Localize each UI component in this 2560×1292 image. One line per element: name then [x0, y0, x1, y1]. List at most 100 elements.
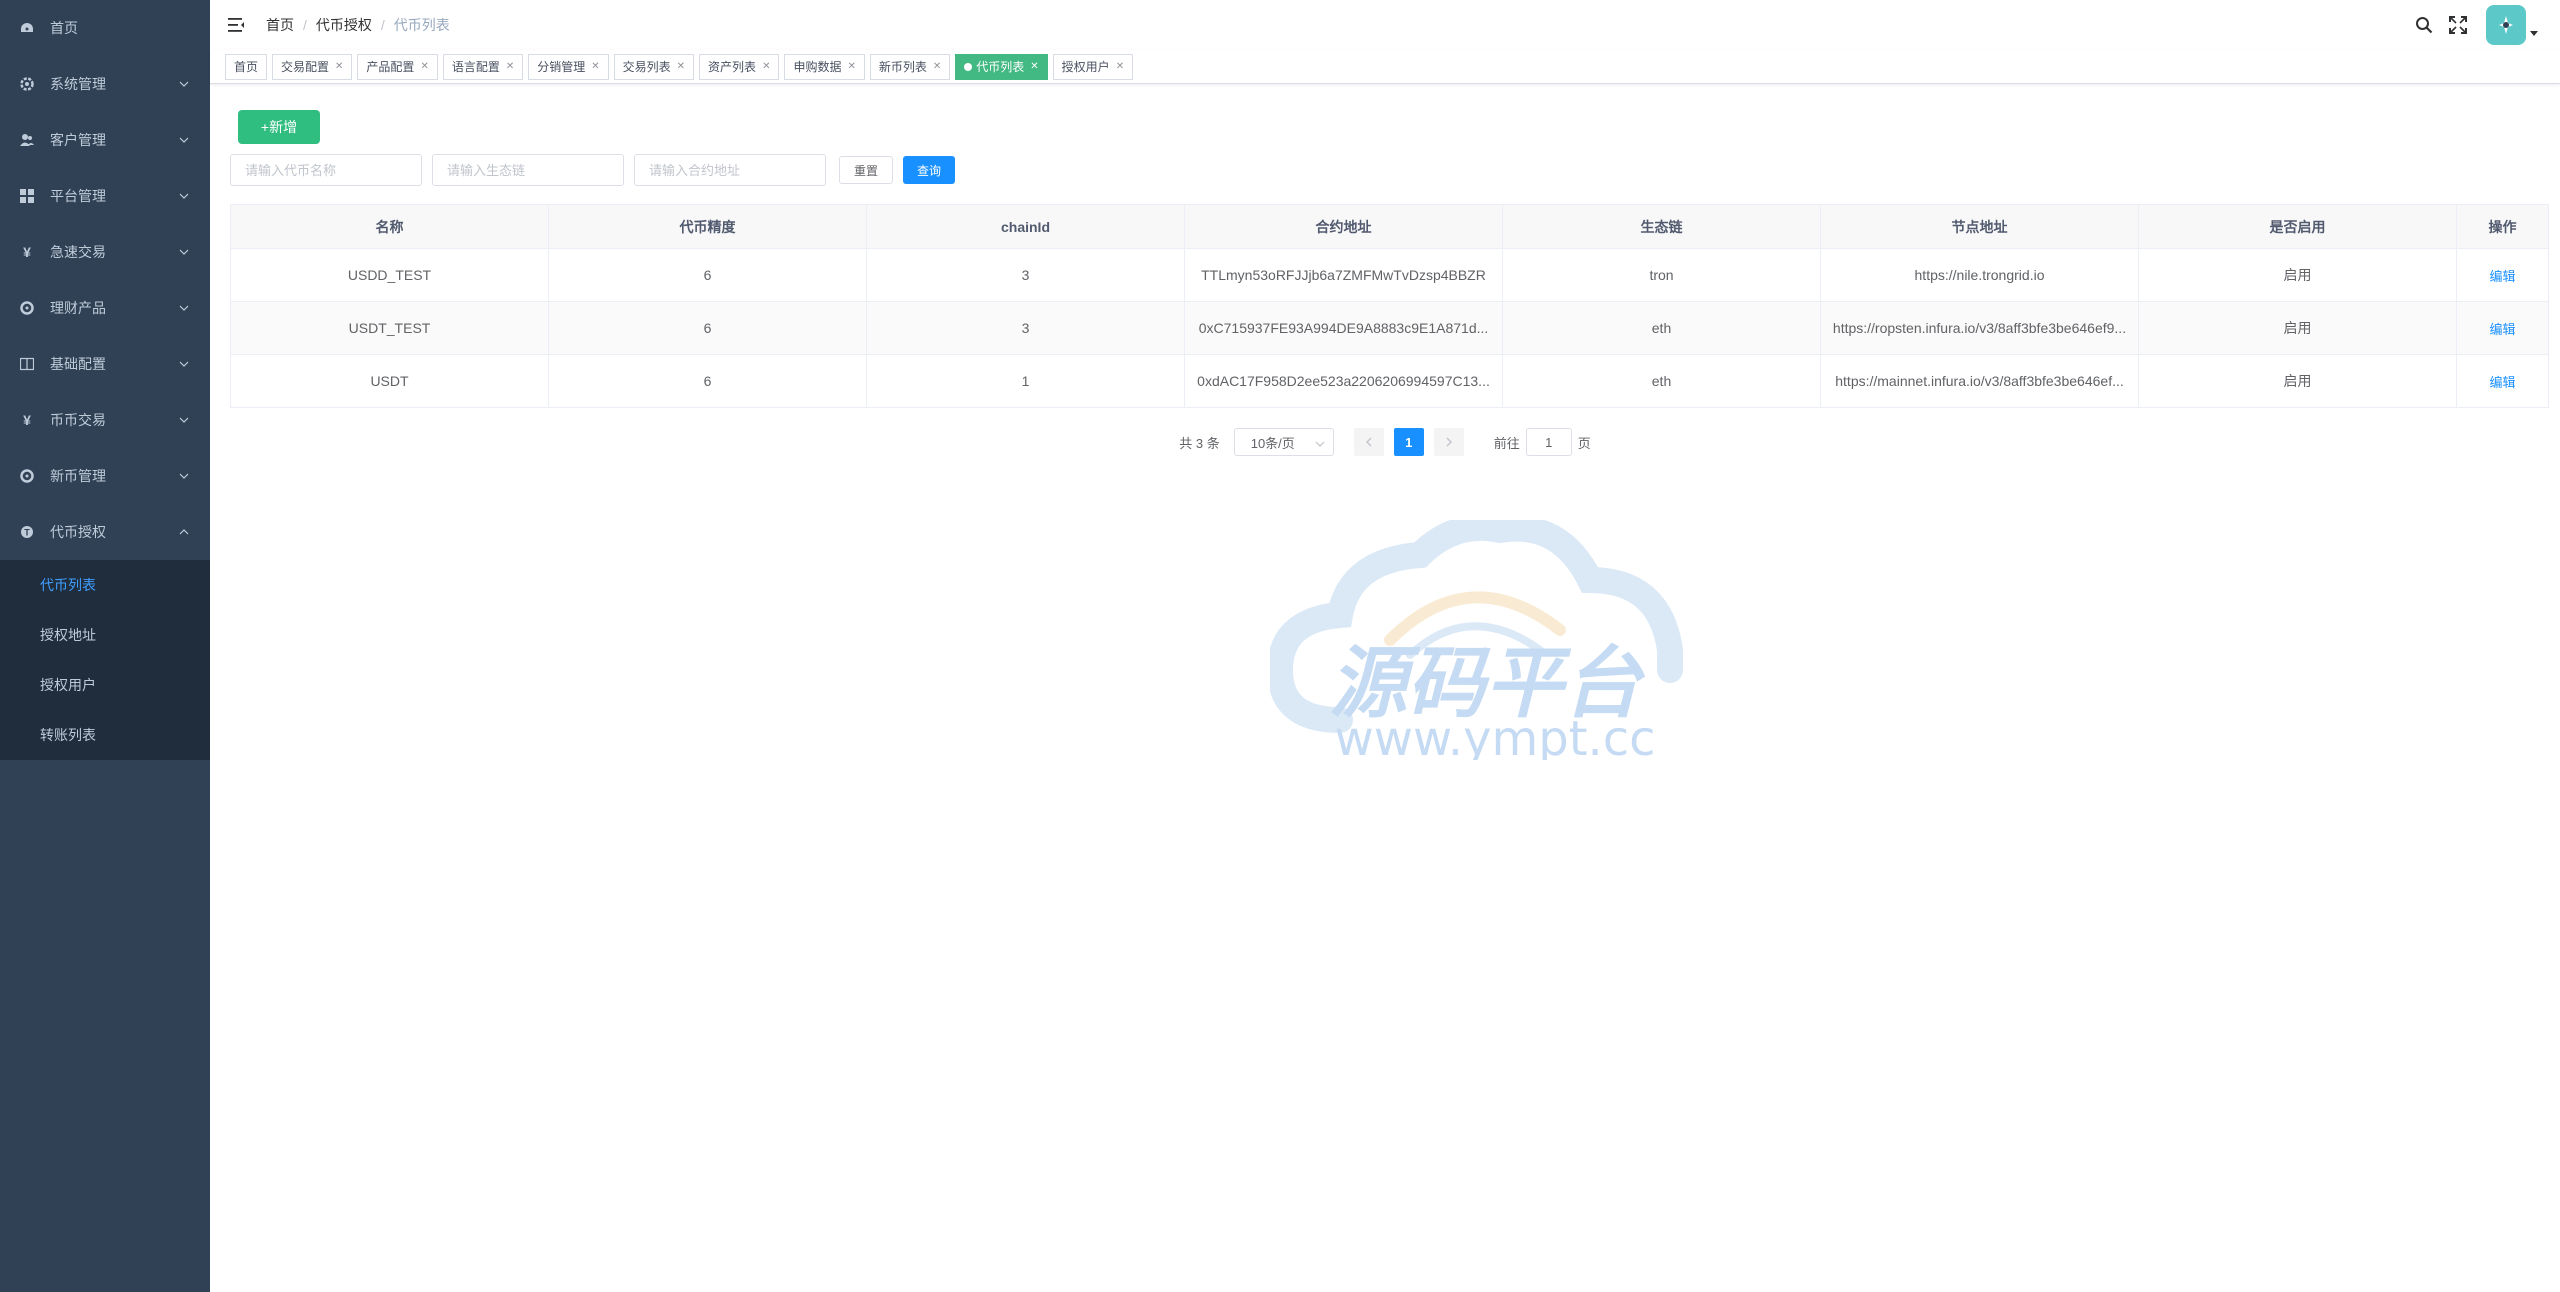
close-icon[interactable]: ✕ — [847, 61, 855, 72]
cell-node: https://ropsten.infura.io/v3/8aff3bfe3be… — [1820, 301, 2139, 355]
sidebar-item-new-coin[interactable]: 新币管理 — [0, 448, 210, 504]
cell-chain-id: 1 — [866, 354, 1185, 408]
sidebar-item-token-auth[interactable]: T 代币授权 — [0, 504, 210, 560]
sidebar-item-system[interactable]: 系统管理 — [0, 56, 210, 112]
goto-prefix: 前往 — [1493, 435, 1520, 451]
column-header: 操作 — [2456, 204, 2549, 249]
reset-button[interactable]: 重置 — [839, 156, 894, 184]
yen-icon: ¥ — [23, 412, 31, 428]
tag-new-coin-list[interactable]: 新币列表 ✕ — [869, 53, 951, 80]
tag-trade-list[interactable]: 交易列表 ✕ — [613, 53, 695, 80]
token-name-input[interactable] — [230, 154, 422, 186]
gear-icon — [20, 77, 34, 91]
add-button[interactable]: +新增 — [238, 110, 320, 144]
cell-contract: 0xdAC17F958D2ee523a2206206994597C13... — [1184, 354, 1503, 408]
breadcrumb-separator: / — [303, 17, 307, 33]
search-button[interactable]: 查询 — [903, 156, 956, 184]
sidebar-item-fast-trade[interactable]: ¥ 急速交易 — [0, 224, 210, 280]
tag-asset-list[interactable]: 资产列表 ✕ — [699, 53, 780, 80]
table-row: USDD_TEST 6 3 TTLmyn53oRFJJjb6a7ZMFMwTvD… — [230, 248, 2549, 302]
breadcrumb: 首页 / 代币授权 / 代币列表 — [266, 15, 450, 35]
edit-link[interactable]: 编辑 — [2489, 375, 2515, 390]
tag-label: 新币列表 — [878, 60, 927, 74]
chevron-down-icon — [1315, 437, 1325, 452]
sidebar-item-finance[interactable]: 理财产品 — [0, 280, 210, 336]
sidebar-item-platform[interactable]: 平台管理 — [0, 168, 210, 224]
breadcrumb-item[interactable]: 首页 — [266, 15, 294, 35]
prev-page-button[interactable] — [1353, 428, 1384, 456]
book-icon — [20, 357, 34, 371]
tag-token-list[interactable]: 代币列表 ✕ — [955, 53, 1048, 80]
column-header: 合约地址 — [1184, 204, 1503, 249]
cell-contract: 0xC715937FE93A994DE9A8883c9E1A871d... — [1184, 301, 1503, 355]
sidebar-subitem-auth-address[interactable]: 授权地址 — [0, 610, 210, 660]
cell-enabled: 启用 — [2138, 301, 2457, 355]
cell-enabled: 启用 — [2138, 248, 2457, 302]
caret-down-icon[interactable] — [2530, 24, 2538, 40]
tag-label: 代币列表 — [976, 60, 1025, 74]
column-header: 是否启用 — [2138, 204, 2457, 249]
hamburger-icon[interactable] — [228, 16, 246, 34]
sidebar: 首页 系统管理 客户管理 平台管理 ¥ 急速交易 理财产品 基础配置 ¥ 币币交… — [0, 0, 210, 1292]
cell-name: USDD_TEST — [230, 248, 549, 302]
tag-home[interactable]: 首页 — [225, 53, 268, 80]
column-header: 节点地址 — [1820, 204, 2139, 249]
sidebar-item-label: 代币授权 — [50, 524, 106, 540]
page-number-current[interactable]: 1 — [1393, 428, 1424, 456]
contract-address-input[interactable] — [634, 154, 826, 186]
page-size-select[interactable]: 10条/页 — [1233, 428, 1334, 456]
close-icon[interactable]: ✕ — [1116, 61, 1124, 72]
table-header-row: 名称 代币精度 chainId 合约地址 生态链 节点地址 是否启用 操作 — [230, 204, 2549, 249]
tag-subscription-data[interactable]: 申购数据 ✕ — [784, 53, 865, 80]
sidebar-item-home[interactable]: 首页 — [0, 0, 210, 56]
tag-distribution[interactable]: 分销管理 ✕ — [528, 53, 609, 80]
chevron-down-icon — [178, 190, 190, 202]
sidebar-subitem-transfer-list[interactable]: 转账列表 — [0, 710, 210, 760]
sidebar-item-coin-trade[interactable]: ¥ 币币交易 — [0, 392, 210, 448]
table-row: USDT_TEST 6 3 0xC715937FE93A994DE9A8883c… — [230, 301, 2549, 355]
sidebar-item-basic-config[interactable]: 基础配置 — [0, 336, 210, 392]
chain-input[interactable] — [432, 154, 624, 186]
column-header: 代币精度 — [548, 204, 867, 249]
cell-name: USDT_TEST — [230, 301, 549, 355]
cell-enabled: 启用 — [2138, 354, 2457, 408]
breadcrumb-item[interactable]: 代币授权 — [316, 15, 372, 35]
cog-icon — [20, 469, 34, 483]
tag-product-config[interactable]: 产品配置 ✕ — [357, 53, 438, 80]
close-icon[interactable]: ✕ — [762, 61, 770, 72]
goto-suffix: 页 — [1577, 435, 1591, 451]
tag-language-config[interactable]: 语言配置 ✕ — [442, 53, 524, 80]
sidebar-subitem-auth-user[interactable]: 授权用户 — [0, 660, 210, 710]
cell-precision: 6 — [548, 301, 867, 355]
close-icon[interactable]: ✕ — [933, 61, 941, 72]
watermark-cloud-icon: 源码平台 www.ympt.cc — [1266, 514, 1683, 767]
close-icon[interactable]: ✕ — [420, 61, 428, 72]
yen-icon: ¥ — [23, 244, 31, 260]
close-icon[interactable]: ✕ — [591, 61, 599, 72]
search-icon[interactable] — [2414, 15, 2434, 35]
column-header: 名称 — [230, 204, 549, 249]
edit-link[interactable]: 编辑 — [2489, 322, 2515, 337]
pagination: 共 3 条 10条/页 1 前往 页 — [230, 428, 2540, 456]
edit-link[interactable]: 编辑 — [2489, 269, 2515, 284]
tag-label: 分销管理 — [537, 60, 586, 74]
tag-trade-config[interactable]: 交易配置 ✕ — [272, 53, 353, 80]
fullscreen-icon[interactable] — [2448, 15, 2468, 35]
avatar[interactable] — [2486, 5, 2526, 45]
tag-label: 资产列表 — [708, 60, 757, 74]
next-page-button[interactable] — [1433, 428, 1464, 456]
goto-page-input[interactable] — [1525, 428, 1572, 456]
breadcrumb-item-current: 代币列表 — [393, 17, 450, 33]
column-header: 生态链 — [1502, 204, 1821, 249]
sidebar-item-customers[interactable]: 客户管理 — [0, 112, 210, 168]
tag-label: 语言配置 — [451, 60, 500, 74]
sidebar-item-label: 急速交易 — [50, 244, 106, 260]
cell-contract: TTLmyn53oRFJJjb6a7ZMFMwTvDzsp4BBZR — [1184, 248, 1503, 302]
close-icon[interactable]: ✕ — [1030, 61, 1038, 72]
close-icon[interactable]: ✕ — [506, 61, 514, 72]
close-icon[interactable]: ✕ — [335, 61, 343, 72]
sidebar-subitem-token-list[interactable]: 代币列表 — [0, 560, 210, 610]
page-jumper: 前往 页 — [1494, 428, 1591, 456]
close-icon[interactable]: ✕ — [677, 61, 685, 72]
tag-auth-user[interactable]: 授权用户 ✕ — [1052, 53, 1134, 80]
